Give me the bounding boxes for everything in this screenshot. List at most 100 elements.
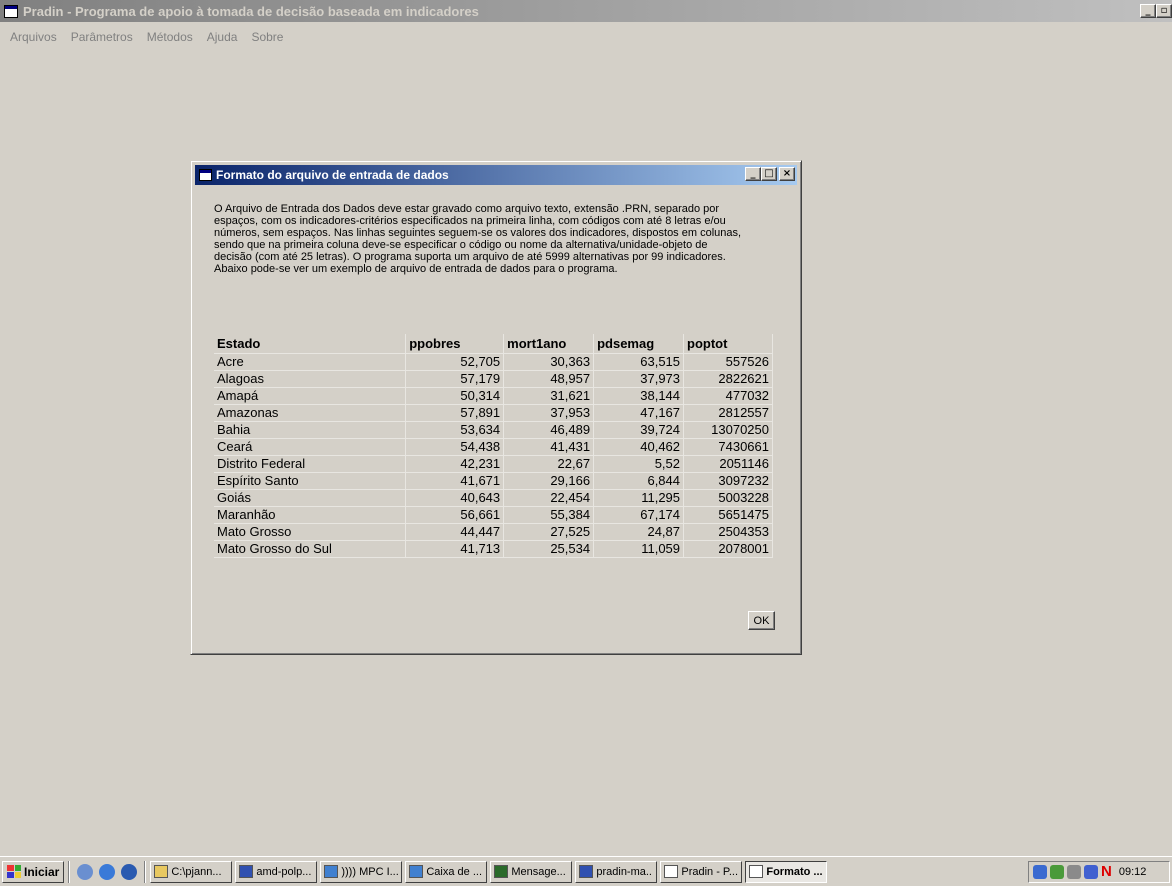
table-row: Acre 52,705 30,363 63,515 557526 xyxy=(214,353,773,371)
description-line: decisão (com até 25 letras). O programa … xyxy=(214,251,726,263)
menu-sobre[interactable]: Sobre xyxy=(245,30,289,48)
indicator-value-cell: 6,844 xyxy=(593,472,685,490)
media-player-icon[interactable] xyxy=(121,863,138,880)
column-header: poptot xyxy=(683,334,773,354)
menu-parametros[interactable]: Parâmetros xyxy=(65,30,139,48)
indicator-value-cell: 5003228 xyxy=(683,489,773,507)
volume-tray-icon[interactable] xyxy=(1067,865,1081,879)
state-name-cell: Amazonas xyxy=(214,404,407,422)
dialog-titlebar[interactable]: Formato do arquivo de entrada de dados _… xyxy=(195,165,797,185)
ok-button[interactable]: OK xyxy=(748,611,775,630)
table-row: Goiás 40,643 22,454 11,295 5003228 xyxy=(214,489,773,507)
state-name-cell: Mato Grosso do Sul xyxy=(214,540,407,558)
main-window-title: Pradin - Programa de apoio à tomada de d… xyxy=(23,3,479,19)
indicator-value-cell: 40,462 xyxy=(593,438,685,456)
indicator-value-cell: 11,059 xyxy=(593,540,685,558)
indicator-value-cell: 5,52 xyxy=(593,455,685,473)
table-header-row: Estado ppobres mort1ano pdsemag poptot xyxy=(214,334,773,354)
task-button[interactable]: pradin-ma... xyxy=(575,860,658,883)
table-row: Mato Grosso 44,447 27,525 24,87 2504353 xyxy=(214,523,773,541)
indicator-value-cell: 37,973 xyxy=(593,370,685,388)
indicator-value-cell: 2812557 xyxy=(683,404,773,422)
indicator-value-cell: 42,231 xyxy=(405,455,505,473)
system-tray: N 09:12 xyxy=(1028,861,1170,883)
indicator-value-cell: 27,525 xyxy=(503,523,595,541)
task-label: Mensage... xyxy=(511,865,566,878)
task-button[interactable]: Pradin - P... xyxy=(660,860,743,883)
task-label: C:\pjann... xyxy=(171,865,222,878)
task-label: amd-polp... xyxy=(256,865,312,878)
indicator-value-cell: 48,957 xyxy=(503,370,595,388)
indicator-value-cell: 41,713 xyxy=(405,540,505,558)
main-window-titlebar[interactable]: Pradin - Programa de apoio à tomada de d… xyxy=(0,0,1172,22)
dialog-maximize-button[interactable]: □ xyxy=(761,167,777,181)
start-label: Iniciar xyxy=(24,864,60,879)
state-name-cell: Espírito Santo xyxy=(214,472,407,490)
indicator-value-cell: 44,447 xyxy=(405,523,505,541)
indicator-value-cell: 477032 xyxy=(683,387,773,405)
indicator-value-cell: 56,661 xyxy=(405,506,505,524)
indicator-value-cell: 47,167 xyxy=(593,404,685,422)
network-tray-icon[interactable] xyxy=(1033,865,1047,879)
menu-arquivos[interactable]: Arquivos xyxy=(0,30,63,48)
table-row: Espírito Santo 41,671 29,166 6,844 3097232 xyxy=(214,472,773,490)
main-maximize-button[interactable]: ▫ xyxy=(1156,4,1172,18)
messenger-tray-icon[interactable] xyxy=(1050,865,1064,879)
description-line: O Arquivo de Entrada dos Dados deve esta… xyxy=(214,203,720,215)
task-label: Formato ... xyxy=(766,865,823,878)
description-line: sendo que na primeira coluna deve-se esp… xyxy=(214,239,708,251)
task-app-icon xyxy=(494,865,509,878)
dialog-close-button[interactable]: × xyxy=(779,167,795,181)
table-row: Maranhão 56,661 55,384 67,174 5651475 xyxy=(214,506,773,524)
format-description: O Arquivo de Entrada dos Dados deve esta… xyxy=(214,203,784,275)
indicator-value-cell: 30,363 xyxy=(503,353,595,371)
table-body: Acre 52,705 30,363 63,515 557526 Alagoas 57,17… xyxy=(214,353,773,558)
input-format-dialog: Formato do arquivo de entrada de dados _… xyxy=(190,160,802,655)
main-minimize-button[interactable]: _ xyxy=(1140,4,1156,18)
task-button[interactable]: amd-polp... xyxy=(235,860,318,883)
state-name-cell: Mato Grosso xyxy=(214,523,407,541)
indicator-value-cell: 5651475 xyxy=(683,506,773,524)
task-button[interactable]: Mensage... xyxy=(490,860,573,883)
task-button[interactable]: )))) MPC I... xyxy=(320,860,403,883)
task-app-icon xyxy=(239,865,254,878)
indicator-value-cell: 37,953 xyxy=(503,404,595,422)
dialog-window-icon xyxy=(199,169,212,181)
column-header: mort1ano xyxy=(503,334,595,354)
state-name-cell: Goiás xyxy=(214,489,407,507)
state-name-cell: Ceará xyxy=(214,438,407,456)
table-row: Distrito Federal 42,231 22,67 5,52 2051146 xyxy=(214,455,773,473)
taskbar-clock[interactable]: 09:12 xyxy=(1119,866,1147,878)
indicator-value-cell: 2504353 xyxy=(683,523,773,541)
description-line: números, sem espaços. Nas linhas seguint… xyxy=(214,227,742,239)
taskbar-separator xyxy=(144,860,147,883)
indicator-value-cell: 2822621 xyxy=(683,370,773,388)
task-button[interactable]: C:\pjann... xyxy=(150,860,233,883)
indicator-value-cell: 25,534 xyxy=(503,540,595,558)
task-app-icon xyxy=(409,865,424,878)
start-button[interactable]: Iniciar xyxy=(2,860,65,883)
indicator-value-cell: 55,384 xyxy=(503,506,595,524)
indicator-value-cell: 557526 xyxy=(683,353,773,371)
description-line: Abaixo pode-se ver um exemplo de arquivo… xyxy=(214,263,618,275)
menu-metodos[interactable]: Métodos xyxy=(141,30,199,48)
taskbar: Iniciar C:\pjann... amd-polp... )))) MPC I… xyxy=(0,856,1172,886)
task-button-list: C:\pjann... amd-polp... )))) MPC I... Caixa… xyxy=(150,860,830,883)
task-label: Pradin - P... xyxy=(681,865,739,878)
indicator-value-cell: 52,705 xyxy=(405,353,505,371)
dialog-minimize-button[interactable]: _ xyxy=(745,167,761,181)
indicator-value-cell: 39,724 xyxy=(593,421,685,439)
norton-tray-icon[interactable]: N xyxy=(1101,864,1112,879)
antivirus-tray-icon[interactable] xyxy=(1084,865,1098,879)
indicator-value-cell: 46,489 xyxy=(503,421,595,439)
indicator-value-cell: 53,634 xyxy=(405,421,505,439)
task-button[interactable]: Caixa de ... xyxy=(405,860,488,883)
state-name-cell: Amapá xyxy=(214,387,407,405)
menu-ajuda[interactable]: Ajuda xyxy=(201,30,244,48)
task-button[interactable]: Formato ... xyxy=(745,860,828,883)
desktop-quicklaunch-icon[interactable] xyxy=(77,863,94,880)
task-app-icon xyxy=(664,865,679,878)
indicator-value-cell: 57,891 xyxy=(405,404,505,422)
internet-explorer-icon[interactable] xyxy=(99,863,116,880)
taskbar-separator xyxy=(68,860,71,883)
